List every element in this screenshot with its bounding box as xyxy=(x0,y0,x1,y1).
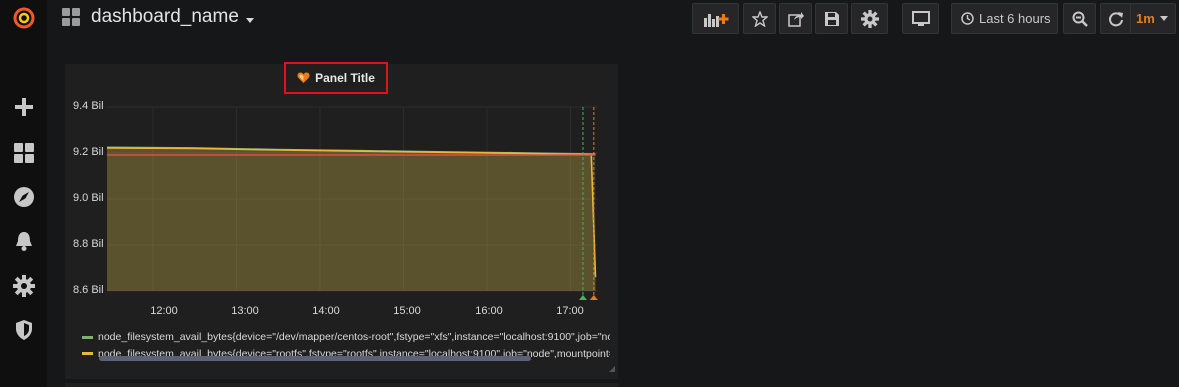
refresh-icon xyxy=(1108,11,1123,26)
save-dashboard-button[interactable] xyxy=(815,3,848,34)
tv-mode-button[interactable] xyxy=(902,3,939,34)
star-dashboard-button[interactable] xyxy=(743,3,776,34)
refresh-button[interactable] xyxy=(1100,3,1130,34)
star-icon xyxy=(751,10,768,27)
dashboard-title-picker[interactable]: dashboard_name xyxy=(62,6,254,28)
grafana-logo-icon[interactable] xyxy=(0,0,47,36)
time-range-label: Last 6 hours xyxy=(979,11,1051,26)
panel-resize-handle[interactable] xyxy=(609,366,615,372)
settings-gear-icon xyxy=(860,9,879,28)
legend-series-name: node_filesystem_avail_bytes{device="/dev… xyxy=(98,331,610,343)
zoom-out-button[interactable] xyxy=(1063,3,1096,34)
refresh-interval-label: 1m xyxy=(1136,11,1155,26)
legend-color-swatch xyxy=(82,335,93,339)
caret-down-icon xyxy=(1159,16,1168,21)
legend-item[interactable]: node_filesystem_avail_bytes{device="/dev… xyxy=(82,331,610,343)
dashboard-settings-button[interactable] xyxy=(851,3,888,34)
server-admin-shield-icon[interactable] xyxy=(0,312,47,348)
x-tick-label: 13:00 xyxy=(231,305,259,317)
legend-scrollbar-thumb[interactable] xyxy=(99,356,531,361)
next-panel-edge xyxy=(65,383,618,387)
y-tick-label: 8.6 Bil xyxy=(73,284,104,296)
panel-title: Panel Title xyxy=(315,71,375,85)
save-icon xyxy=(824,11,839,26)
configuration-gear-icon[interactable] xyxy=(0,268,47,304)
share-icon xyxy=(787,11,804,27)
legend-color-swatch xyxy=(82,352,93,355)
alerting-bell-icon[interactable] xyxy=(0,223,47,259)
tv-mode-icon xyxy=(911,10,930,26)
dashboards-icon xyxy=(62,7,80,26)
y-tick-label: 8.8 Bil xyxy=(73,238,104,250)
x-tick-label: 15:00 xyxy=(393,305,421,317)
dashboard-title: dashboard_name xyxy=(91,6,239,27)
explore-compass-icon[interactable] xyxy=(0,179,47,215)
dashboards-icon[interactable] xyxy=(0,135,47,171)
add-panel-icon xyxy=(703,13,728,27)
refresh-interval-picker[interactable]: 1m xyxy=(1130,3,1176,34)
share-dashboard-button[interactable] xyxy=(779,3,812,34)
y-tick-label: 9.2 Bil xyxy=(73,146,104,158)
time-range-picker[interactable]: Last 6 hours xyxy=(951,3,1058,34)
zoom-out-icon xyxy=(1072,11,1088,27)
caret-down-icon xyxy=(245,17,254,23)
x-tick-label: 14:00 xyxy=(312,305,340,317)
side-menu xyxy=(0,0,47,387)
x-tick-label: 17:00 xyxy=(556,305,584,317)
heart-icon xyxy=(297,72,310,83)
y-tick-label: 9.0 Bil xyxy=(73,192,104,204)
panel-title-header[interactable]: Panel Title xyxy=(284,62,388,94)
x-tick-label: 16:00 xyxy=(475,305,503,317)
plus-icon[interactable] xyxy=(0,89,47,125)
add-panel-button[interactable] xyxy=(692,3,739,34)
x-tick-label: 12:00 xyxy=(150,305,178,317)
y-tick-label: 9.4 Bil xyxy=(73,100,104,112)
clock-icon xyxy=(961,12,974,25)
